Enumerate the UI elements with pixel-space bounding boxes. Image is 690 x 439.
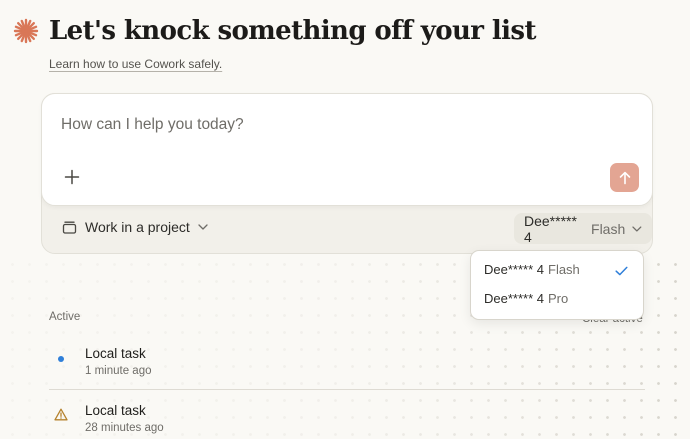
model-option-flash[interactable]: Dee***** 4 Flash [484,262,580,277]
project-button-label: Work in a project [85,219,190,235]
task-divider [49,389,645,390]
task-item[interactable]: Local task 1 minute ago [49,346,645,382]
composer-card: Work in a project Dee***** 4 Flash [41,93,653,254]
task-name: Local task [85,403,146,418]
plus-icon [64,169,80,185]
model-name: Dee***** 4 [524,212,577,245]
model-option-pro[interactable]: Dee***** 4 Pro [484,291,568,306]
model-option-variant: Pro [548,291,569,306]
arrow-up-icon [619,171,630,184]
warning-icon [54,408,68,426]
model-selector-button[interactable]: Dee***** 4 Flash [514,212,652,245]
work-in-project-button[interactable]: Work in a project [62,219,208,235]
chevron-down-icon [198,224,208,230]
model-variant: Flash [591,220,626,237]
project-box-icon [62,221,77,234]
task-item[interactable]: Local task 28 minutes ago [49,403,645,439]
task-time: 1 minute ago [85,365,152,377]
learn-cowork-link[interactable]: Learn how to use Cowork safely. [49,57,222,71]
model-option-variant: Flash [548,262,580,277]
model-option-name: Dee***** 4 [484,262,544,277]
page-title: Let's knock something off your list [49,16,536,46]
prompt-input[interactable] [61,116,581,134]
active-section-label: Active [49,311,81,323]
add-attachment-button[interactable] [62,167,82,187]
model-dropdown-menu: Dee***** 4 Flash Dee***** 4 Pro [470,250,644,320]
send-button[interactable] [610,163,639,192]
chevron-down-icon [632,225,642,232]
sparkle-logo-icon [12,17,40,45]
running-status-icon [58,356,64,362]
composer-input-area [41,93,653,206]
task-time: 28 minutes ago [85,422,164,434]
check-icon [615,263,628,281]
task-name: Local task [85,346,146,361]
model-option-name: Dee***** 4 [484,291,544,306]
page-header: Let's knock something off your list [12,16,536,46]
